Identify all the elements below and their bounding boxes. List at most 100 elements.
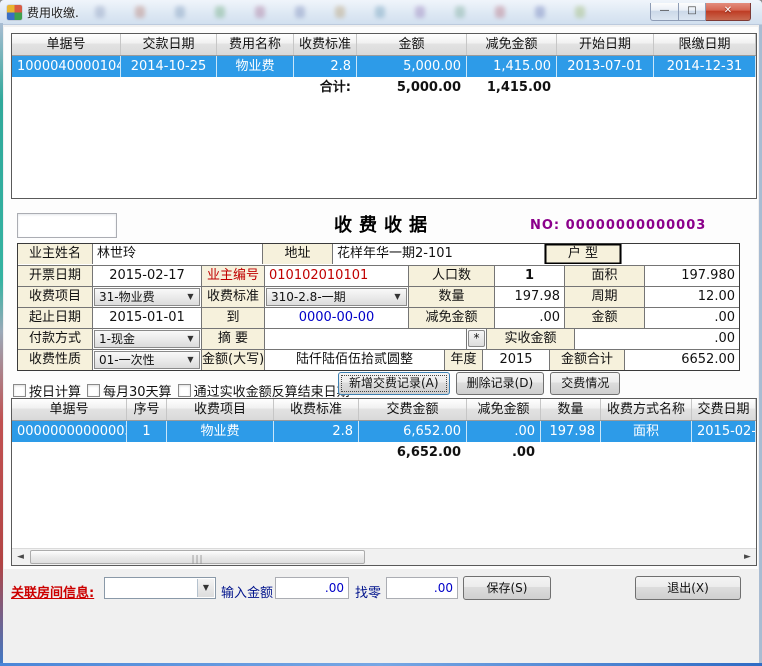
total-amount: 5,000.00 [357, 77, 467, 98]
column-header[interactable]: 减免金额 [467, 34, 557, 55]
chevron-down-icon[interactable] [391, 291, 404, 303]
table-row[interactable]: 00000000000003 1 物业费 2.8 6,652.00 .00 19… [12, 421, 756, 442]
cell [217, 77, 294, 98]
fee-item-dropdown[interactable]: 31-物业费 [92, 287, 201, 307]
owner-id-label: 业主编号 [201, 266, 264, 286]
month-30days-checkbox[interactable] [87, 384, 100, 397]
fee-standard-dropdown[interactable]: 310-2.8-一期 [264, 287, 408, 307]
owner-name-value[interactable]: 林世玲 [92, 244, 262, 264]
cell: 2013-07-01 [557, 56, 654, 77]
date-from-value[interactable]: 2015-01-01 [92, 308, 201, 328]
reverse-calc-checkbox[interactable] [178, 384, 191, 397]
save-button[interactable]: 保存(S) [463, 576, 551, 600]
horizontal-scrollbar[interactable] [12, 548, 756, 565]
add-payment-record-button[interactable]: 新增交费记录(A) [338, 372, 450, 395]
population-value[interactable]: 1 [494, 266, 564, 286]
owner-id-value[interactable]: 010102010101 [264, 266, 408, 286]
column-header[interactable]: 单据号 [12, 34, 121, 55]
housetype-label: 户 型 [544, 244, 621, 264]
column-header[interactable]: 限缴日期 [654, 34, 756, 55]
year-label: 年度 [444, 350, 482, 370]
column-header[interactable]: 交费日期 [692, 399, 756, 420]
chevron-down-icon[interactable] [197, 579, 214, 597]
cell: 00000000000003 [12, 421, 127, 442]
invoice-date-value[interactable]: 2015-02-17 [92, 266, 201, 286]
cell: 2.8 [294, 56, 357, 77]
area-value[interactable]: 197.980 [644, 266, 739, 286]
delete-record-button[interactable]: 删除记录(D) [456, 372, 545, 395]
input-amount-field[interactable] [275, 577, 349, 599]
cell [127, 442, 167, 463]
maximize-button[interactable]: □ [679, 3, 706, 21]
receipt-number: NO: 00000000000003 [530, 218, 706, 233]
column-header[interactable]: 单据号 [12, 399, 127, 420]
column-header[interactable]: 序号 [127, 399, 167, 420]
scroll-right-icon[interactable] [739, 549, 756, 565]
date-to-value[interactable]: 0000-00-00 [264, 308, 408, 328]
cell: 5,000.00 [357, 56, 467, 77]
column-header[interactable]: 收费项目 [167, 399, 274, 420]
amount-total-label: 金额合计 [549, 350, 624, 370]
column-header[interactable]: 交款日期 [121, 34, 217, 55]
column-header[interactable]: 数量 [541, 399, 601, 420]
quantity-value[interactable]: 197.98 [494, 287, 564, 307]
received-label: 实收金额 [486, 329, 574, 349]
summary-picker-button[interactable]: * [468, 330, 485, 347]
population-label: 人口数 [408, 266, 494, 286]
daily-calc-checkbox[interactable] [13, 384, 26, 397]
cell: 物业费 [217, 56, 294, 77]
cell: 1 [127, 421, 167, 442]
column-header[interactable]: 交费金额 [359, 399, 467, 420]
cell: 197.98 [541, 421, 601, 442]
fee-nature-value: 01-一次性 [99, 351, 155, 370]
minimize-button[interactable]: — [650, 3, 679, 21]
housetype-value[interactable] [621, 244, 739, 264]
column-header[interactable]: 收费标准 [274, 399, 359, 420]
chevron-down-icon[interactable] [184, 333, 197, 345]
reduction-value[interactable]: .00 [494, 308, 564, 328]
pay-method-dropdown[interactable]: 1-现金 [92, 329, 201, 349]
close-button[interactable]: ✕ [706, 3, 751, 21]
cell [12, 77, 121, 98]
amount-value[interactable]: .00 [644, 308, 739, 328]
cell: 2.8 [274, 421, 359, 442]
column-header[interactable]: 减免金额 [467, 399, 541, 420]
exit-button[interactable]: 退出(X) [635, 576, 741, 600]
cell [654, 77, 756, 98]
cell: 10000400001047 [12, 56, 121, 77]
pending-fees-grid: 单据号 交款日期 费用名称 收费标准 金额 减免金额 开始日期 限缴日期 100… [11, 33, 757, 199]
address-value[interactable]: 花样年华一期2-101 [332, 244, 544, 264]
chevron-down-icon[interactable] [184, 291, 197, 303]
cell: 2014-10-25 [121, 56, 217, 77]
scroll-left-icon[interactable] [12, 549, 29, 565]
column-header[interactable]: 开始日期 [557, 34, 654, 55]
period-value[interactable]: 12.00 [644, 287, 739, 307]
received-value[interactable]: .00 [574, 329, 739, 349]
summary-value[interactable] [264, 329, 466, 349]
fee-nature-dropdown[interactable]: 01-一次性 [92, 350, 201, 370]
payment-status-button[interactable]: 交费情况 [550, 372, 620, 395]
amount-label: 金额 [564, 308, 644, 328]
column-header[interactable]: 金额 [357, 34, 467, 55]
column-header[interactable]: 费用名称 [217, 34, 294, 55]
app-icon [7, 5, 22, 20]
cell [601, 442, 692, 463]
year-value[interactable]: 2015 [482, 350, 549, 370]
table-row[interactable]: 10000400001047 2014-10-25 物业费 2.8 5,000.… [12, 56, 756, 77]
column-header[interactable]: 收费方式名称 [601, 399, 692, 420]
table-total-row: 6,652.00 .00 [12, 442, 756, 463]
reduction-label: 减免金额 [408, 308, 494, 328]
window-controls: — □ ✕ [650, 3, 751, 21]
related-room-dropdown[interactable] [104, 577, 216, 599]
total-amount: 6,652.00 [359, 442, 467, 463]
titlebar[interactable]: 费用收缴. [0, 0, 762, 25]
scrollbar-thumb[interactable] [30, 550, 365, 564]
cell [274, 442, 359, 463]
related-room-label: 关联房间信息: [11, 582, 94, 601]
window-title: 费用收缴. [27, 4, 79, 21]
chevron-down-icon[interactable] [184, 354, 197, 366]
column-header[interactable]: 收费标准 [294, 34, 357, 55]
change-field[interactable] [386, 577, 458, 599]
fee-item-label: 收费项目 [18, 287, 92, 307]
receipt-form: 业主姓名 林世玲 地址 花样年华一期2-101 户 型 开票日期 2015-02… [17, 243, 740, 371]
